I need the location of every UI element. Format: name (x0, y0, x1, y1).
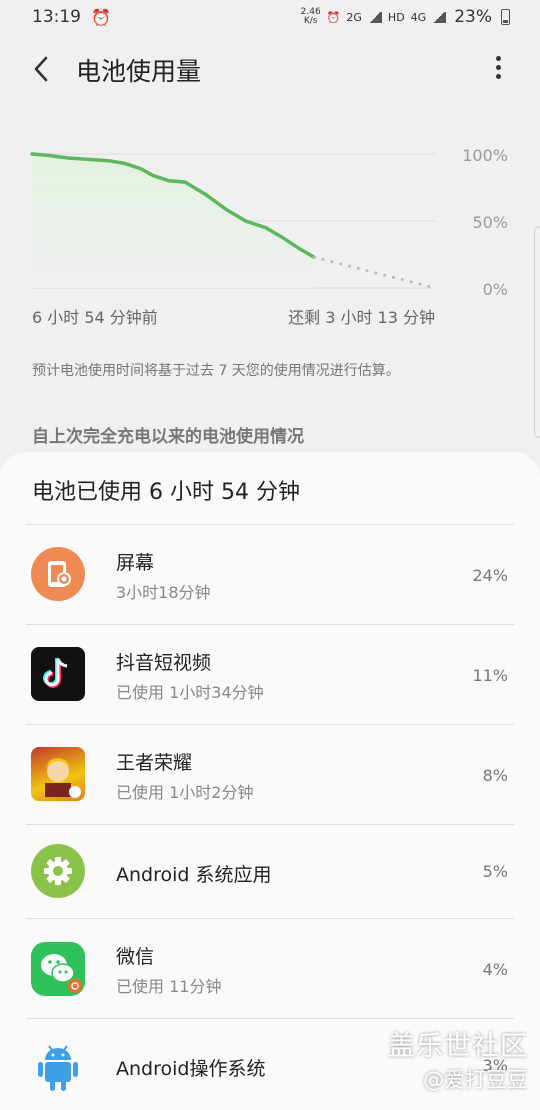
back-arrow-icon[interactable] (28, 54, 56, 84)
usage-card-title: 电池已使用 6 小时 54 分钟 (32, 480, 300, 505)
network-4g-label: 4G (410, 10, 427, 24)
status-icons: 2.46 K/s ⏰ 2G HD 4G 23% (301, 7, 510, 27)
section-heading: 自上次完全充电以来的电池使用情况 (32, 427, 304, 447)
usage-percent: 4% (482, 960, 508, 979)
y-tick-100: 100% (462, 146, 508, 165)
page-title: 电池使用量 (76, 57, 202, 86)
battery-icon (501, 9, 510, 25)
estimate-note: 预计电池使用时间将基于过去 7 天您的使用情况进行估算。 (32, 363, 400, 379)
battery-forecast-line (312, 255, 437, 290)
more-vert-icon[interactable] (488, 56, 508, 84)
usage-percent: 5% (482, 862, 508, 881)
net-speed: 2.46 K/s (301, 8, 321, 26)
battery-chart: 100% 50% 0% 6 小时 54 分钟前 还剩 3 小时 13 分钟 (0, 130, 540, 330)
usage-name: 屏幕 (116, 552, 155, 574)
alarm-small-icon: ⏰ (326, 10, 341, 24)
signal-4g-icon (432, 11, 447, 23)
usage-name: 王者荣耀 (116, 752, 193, 774)
honor-of-kings-app-icon (31, 747, 85, 801)
usage-name: 抖音短视频 (116, 652, 212, 674)
battery-chart-svg (30, 152, 437, 290)
network-2g-label: 2G (346, 10, 362, 24)
usage-name: 微信 (116, 946, 155, 968)
usage-sub: 已使用 1小时2分钟 (116, 783, 254, 802)
android-gear-icon (31, 844, 85, 898)
usage-name: Android 系统应用 (116, 864, 272, 886)
usage-row-douyin[interactable]: 抖音短视频 已使用 1小时34分钟 11% (0, 624, 540, 724)
usage-name: Android操作系统 (116, 1058, 266, 1080)
usage-percent: 8% (482, 766, 508, 785)
hd-label: HD (387, 10, 405, 24)
usage-sub: 已使用 1小时34分钟 (116, 683, 264, 702)
app-header: 电池使用量 (0, 44, 540, 94)
usage-percent: 11% (472, 666, 508, 685)
status-bar: 13:19 ⏰ 2.46 K/s ⏰ 2G HD 4G 23% (0, 0, 540, 34)
y-tick-50: 50% (472, 213, 508, 232)
y-tick-0: 0% (482, 280, 508, 299)
screen-brightness-icon (31, 547, 85, 601)
net-speed-unit: K/s (303, 16, 318, 26)
usage-row-honor-of-kings[interactable]: 王者荣耀 已使用 1小时2分钟 8% (0, 724, 540, 824)
x-label-start: 6 小时 54 分钟前 (32, 308, 158, 327)
signal-icon (367, 11, 382, 23)
usage-row-wechat[interactable]: 微信 已使用 11分钟 4% (0, 918, 540, 1018)
wechat-app-icon (31, 942, 85, 996)
usage-row-screen[interactable]: 屏幕 3小时18分钟 24% (0, 524, 540, 624)
watermark-title: 盖乐世社区 (388, 1031, 528, 1062)
android-robot-icon (31, 1038, 85, 1092)
status-time: 13:19 (32, 7, 81, 27)
edge-panel-handle[interactable] (534, 226, 540, 438)
douyin-app-icon (31, 647, 85, 701)
alarm-icon: ⏰ (91, 7, 111, 27)
usage-sub: 已使用 11分钟 (116, 977, 222, 996)
usage-sub: 3小时18分钟 (116, 583, 211, 602)
x-label-end: 还剩 3 小时 13 分钟 (288, 308, 435, 327)
battery-percent: 23% (454, 7, 492, 27)
usage-percent: 24% (472, 566, 508, 585)
watermark-author: @爱打豆豆 (423, 1068, 528, 1092)
usage-row-android-system-apps[interactable]: Android 系统应用 5% (0, 824, 540, 918)
usage-card: 电池已使用 6 小时 54 分钟 屏幕 3小时18分钟 24% 抖音短视频 已使… (0, 452, 540, 1110)
